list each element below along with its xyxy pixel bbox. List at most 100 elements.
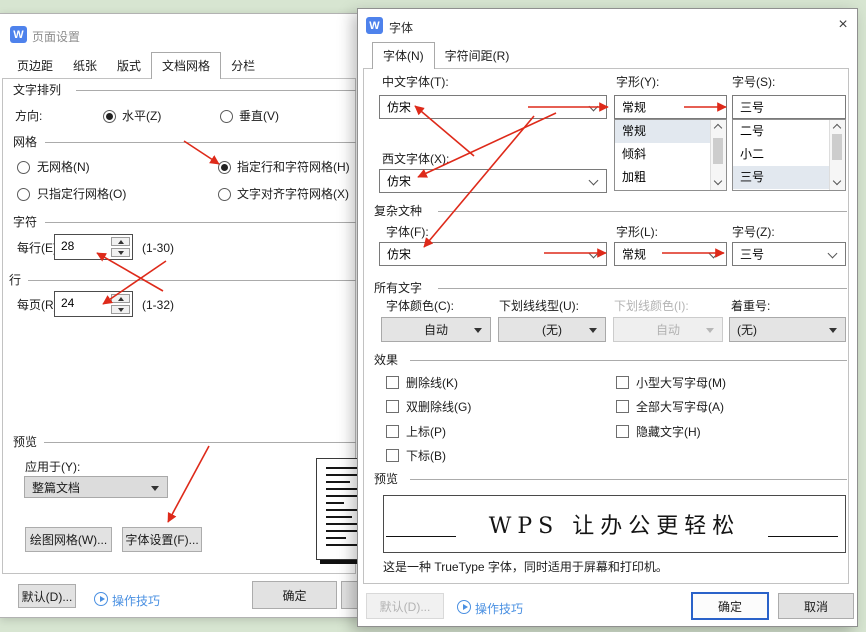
font-preview-note: 这是一种 TrueType 字体，同时适用于屏幕和打印机。: [383, 560, 668, 574]
checkbox-small-caps-label: 小型大写字母(M): [636, 376, 726, 390]
underline-color-value: 自动: [656, 321, 680, 338]
emphasis-value: (无): [737, 321, 757, 338]
apply-to-dropdown[interactable]: 整篇文档: [24, 476, 168, 498]
drawing-grid-button[interactable]: 绘图网格(W)...: [25, 527, 112, 552]
close-icon[interactable]: ×: [832, 15, 854, 35]
group-divider: [45, 142, 356, 143]
group-divider: [410, 479, 847, 480]
checkbox-small-caps[interactable]: [616, 376, 629, 389]
complex-font-combo[interactable]: 仿宋: [379, 242, 607, 266]
cancel-button-clipped[interactable]: [341, 581, 358, 609]
font-preview-box: WPS 让办公更轻松: [383, 495, 846, 553]
radio-vertical[interactable]: [220, 110, 233, 123]
chevron-down-icon[interactable]: [709, 249, 719, 259]
checkbox-subscript-label: 下标(B): [406, 449, 446, 463]
spinner-up-icon[interactable]: [111, 294, 130, 303]
desktop: W 页面设置 页边距 纸张 版式 文档网格 分栏 文字排列 方向: 水平(Z) …: [0, 0, 866, 632]
spinner-up-icon[interactable]: [111, 237, 130, 246]
radio-horizontal[interactable]: [103, 110, 116, 123]
tab-layout[interactable]: 版式: [107, 55, 151, 78]
tips-link[interactable]: 操作技巧: [475, 600, 523, 617]
chevron-down-icon[interactable]: [589, 249, 599, 259]
checkbox-strikethrough[interactable]: [386, 376, 399, 389]
chevron-down-icon[interactable]: [828, 249, 838, 259]
underline-style-dropdown[interactable]: (无): [498, 317, 606, 342]
checkbox-all-caps-label: 全部大写字母(A): [636, 400, 724, 414]
radio-no-grid[interactable]: [17, 161, 30, 174]
chevron-down-icon[interactable]: [589, 102, 599, 112]
group-divider: [438, 288, 847, 289]
scrollbar-down-icon[interactable]: [714, 177, 722, 185]
chevron-down-icon[interactable]: [589, 176, 599, 186]
spinner-buttons: [109, 292, 132, 316]
tab-paper[interactable]: 纸张: [63, 55, 107, 78]
grid-group-label: 网格: [13, 135, 37, 149]
checkbox-subscript[interactable]: [386, 449, 399, 462]
scrollbar[interactable]: [710, 120, 726, 190]
font-dialog-tabs: 字体(N) 字符间距(R): [372, 44, 519, 68]
lines-per-page-value[interactable]: 24: [55, 292, 109, 316]
font-color-dropdown[interactable]: 自动: [381, 317, 491, 342]
lines-per-page-spinner[interactable]: 24: [54, 291, 133, 317]
size-listbox[interactable]: 二号 小二 三号: [732, 119, 846, 191]
default-button[interactable]: 默认(D)...: [18, 584, 76, 608]
direction-label: 方向:: [15, 109, 42, 123]
cancel-button[interactable]: 取消: [778, 593, 854, 619]
group-divider: [28, 280, 356, 281]
radio-char-align-grid-label: 文字对齐字符网格(X): [237, 187, 349, 201]
tab-columns[interactable]: 分栏: [221, 55, 265, 78]
checkbox-superscript[interactable]: [386, 425, 399, 438]
preview-underline-right: [768, 536, 838, 537]
scrollbar[interactable]: [829, 120, 845, 190]
font-dialog: W 字体 × 字体(N) 字符间距(R) 中文字体(T): 字形(Y): 字号(…: [357, 8, 858, 627]
group-divider: [438, 211, 847, 212]
lines-range-label: (1-32): [142, 298, 174, 312]
scrollbar-thumb[interactable]: [713, 138, 723, 164]
scrollbar-up-icon[interactable]: [833, 124, 841, 132]
checkbox-hidden-text[interactable]: [616, 425, 629, 438]
complex-font-value: 仿宋: [387, 246, 411, 263]
complex-style-combo[interactable]: 常规: [614, 242, 727, 266]
page-setup-title: 页面设置: [32, 28, 80, 45]
font-color-label: 字体颜色(C):: [386, 299, 454, 313]
tab-character-spacing[interactable]: 字符间距(R): [435, 45, 520, 68]
page-setup-tab-page: [2, 78, 356, 574]
play-circle-icon[interactable]: [94, 592, 108, 606]
size-edit[interactable]: 三号: [732, 95, 846, 119]
tips-link[interactable]: 操作技巧: [112, 592, 160, 609]
chars-per-line-spinner[interactable]: 28: [54, 234, 133, 260]
latin-font-combo[interactable]: 仿宋: [379, 169, 607, 193]
tab-margins[interactable]: 页边距: [7, 55, 63, 78]
scrollbar-thumb[interactable]: [832, 134, 842, 160]
size-label: 字号(S):: [732, 75, 775, 89]
style-listbox[interactable]: 常规 倾斜 加粗: [614, 119, 727, 191]
complex-size-value: 三号: [740, 246, 764, 263]
cjk-font-combo[interactable]: 仿宋: [379, 95, 607, 119]
ok-button[interactable]: 确定: [691, 592, 769, 620]
style-edit[interactable]: 常规: [614, 95, 727, 119]
play-circle-icon[interactable]: [457, 600, 471, 614]
scrollbar-down-icon[interactable]: [833, 177, 841, 185]
page-preview-thumbnail: [316, 458, 358, 560]
radio-line-char-grid[interactable]: [218, 161, 231, 174]
checkbox-double-strikethrough-label: 双删除线(G): [406, 400, 471, 414]
spinner-down-icon[interactable]: [111, 248, 130, 257]
emphasis-dropdown[interactable]: (无): [729, 317, 846, 342]
radio-line-grid-only[interactable]: [17, 188, 30, 201]
checkbox-all-caps[interactable]: [616, 400, 629, 413]
spinner-down-icon[interactable]: [111, 305, 130, 314]
complex-font-label: 字体(F):: [386, 225, 429, 239]
complex-size-combo[interactable]: 三号: [732, 242, 846, 266]
chars-per-line-value[interactable]: 28: [55, 235, 109, 259]
tab-document-grid[interactable]: 文档网格: [151, 52, 221, 79]
radio-char-align-grid[interactable]: [218, 188, 231, 201]
complex-style-value: 常规: [622, 246, 646, 263]
chars-range-label: (1-30): [142, 241, 174, 255]
preview-group-label: 预览: [13, 435, 37, 449]
font-preview-group-label: 预览: [374, 472, 398, 486]
ok-button[interactable]: 确定: [252, 581, 337, 609]
font-settings-button[interactable]: 字体设置(F)...: [122, 527, 202, 552]
scrollbar-up-icon[interactable]: [714, 124, 722, 132]
tab-font[interactable]: 字体(N): [372, 42, 435, 69]
checkbox-double-strikethrough[interactable]: [386, 400, 399, 413]
